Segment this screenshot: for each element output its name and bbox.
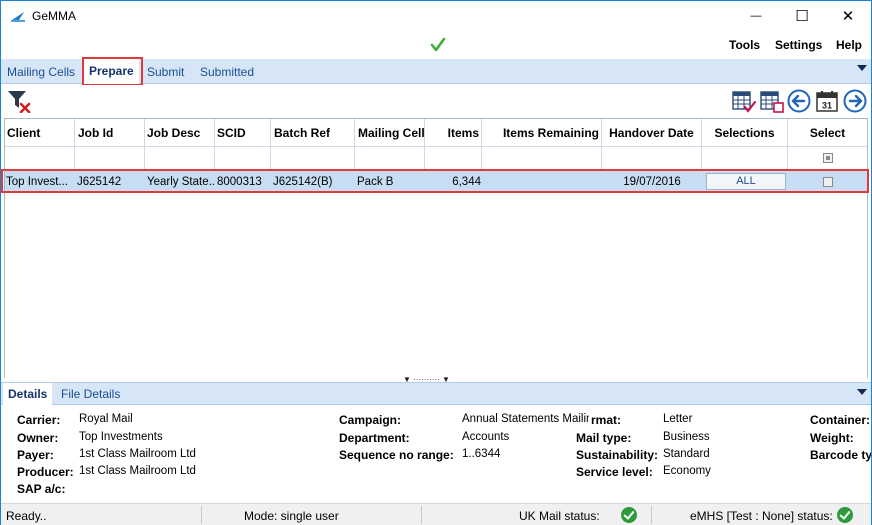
- title-bar: GeMMA — ☐ ✕: [1, 1, 871, 31]
- minimize-button[interactable]: —: [733, 1, 779, 31]
- select-all-grid-icon[interactable]: [732, 89, 756, 113]
- sequence-value: 1..6344: [462, 448, 501, 460]
- menu-tools[interactable]: Tools: [729, 38, 760, 52]
- sap-label: SAP a/c:: [17, 482, 66, 496]
- tab-mailing-cells[interactable]: Mailing Cells: [7, 65, 75, 79]
- menu-help[interactable]: Help: [836, 38, 862, 52]
- tab-menu-chevron-icon[interactable]: [857, 65, 867, 71]
- sequence-label: Sequence no range:: [339, 448, 454, 462]
- column-header-items-remaining[interactable]: Items Remaining: [482, 119, 602, 147]
- department-label: Department:: [339, 431, 410, 445]
- close-icon: ✕: [841, 8, 855, 25]
- check-icon: [430, 37, 446, 52]
- prepare-tab-highlight: [82, 57, 143, 86]
- column-header-scid[interactable]: SCID: [215, 119, 271, 147]
- department-value: Accounts: [462, 431, 510, 443]
- carrier-label: Carrier:: [17, 413, 61, 427]
- mail-type-value: Business: [663, 431, 710, 443]
- app-window: GeMMA — ☐ ✕ Tools Settings Help Mailing …: [0, 0, 872, 525]
- format-value: Letter: [663, 413, 693, 425]
- filter-selections[interactable]: [702, 147, 788, 171]
- service-level-value: Economy: [663, 465, 711, 477]
- jobs-grid: Client Job Id Job Desc SCID Batch Ref Ma…: [4, 118, 868, 379]
- owner-value: Top Investments: [79, 431, 163, 443]
- close-button[interactable]: ✕: [825, 1, 871, 31]
- menu-bar: Tools Settings Help: [1, 31, 871, 59]
- minimize-icon: —: [750, 10, 762, 22]
- owner-label: Owner:: [17, 431, 59, 445]
- payer-label: Payer:: [17, 448, 54, 462]
- container-label: Container:: [810, 413, 870, 427]
- grid-filter-row: [5, 147, 867, 171]
- sustainability-label: Sustainability:: [576, 448, 659, 462]
- back-arrow-icon[interactable]: [787, 89, 811, 113]
- filter-client[interactable]: [5, 147, 75, 171]
- status-separator: [421, 506, 422, 524]
- maximize-button[interactable]: ☐: [779, 1, 825, 31]
- filter-handover-date[interactable]: [602, 147, 702, 171]
- tab-details[interactable]: Details: [3, 383, 53, 405]
- sustainability-value: Standard: [663, 448, 710, 460]
- uk-mail-status-label: UK Mail status:: [519, 509, 600, 523]
- format-label: rmat:: [589, 413, 622, 427]
- deselect-grid-icon[interactable]: [760, 89, 784, 113]
- column-header-selections[interactable]: Selections: [702, 119, 788, 147]
- carrier-value: Royal Mail: [79, 413, 133, 425]
- tab-submitted[interactable]: Submitted: [200, 65, 254, 79]
- gemma-logo-icon: [10, 9, 26, 23]
- maximize-icon: ☐: [795, 8, 809, 25]
- status-ready: Ready..: [6, 509, 47, 523]
- filter-items-remaining[interactable]: [482, 147, 602, 171]
- toolbar: 31: [1, 85, 871, 118]
- select-all-checkbox[interactable]: [823, 153, 833, 163]
- column-header-mailing-cell[interactable]: Mailing Cell: [355, 119, 425, 147]
- producer-value: 1st Class Mailroom Ltd: [79, 465, 196, 477]
- tab-file-details[interactable]: File Details: [61, 387, 120, 401]
- weight-label: Weight:: [810, 431, 854, 445]
- clear-filter-icon[interactable]: [7, 89, 31, 113]
- status-bar: Ready.. Mode: single user UK Mail status…: [1, 503, 871, 525]
- emhs-status-label: eMHS [Test : None] status:: [690, 509, 833, 523]
- column-header-job-id[interactable]: Job Id: [75, 119, 145, 147]
- column-header-job-desc[interactable]: Job Desc: [145, 119, 215, 147]
- row-highlight: [1, 169, 869, 193]
- column-header-items[interactable]: Items: [425, 119, 482, 147]
- calendar-icon[interactable]: 31: [815, 89, 839, 113]
- column-header-select[interactable]: Select: [788, 119, 867, 147]
- column-header-client[interactable]: Client: [5, 119, 75, 147]
- status-separator: [201, 506, 202, 524]
- uk-mail-ok-icon: [621, 507, 637, 523]
- detail-tab-bar: Details File Details: [1, 382, 871, 405]
- filter-job-id[interactable]: [75, 147, 145, 171]
- filter-mailing-cell[interactable]: [355, 147, 425, 171]
- filter-items[interactable]: [425, 147, 482, 171]
- emhs-ok-icon: [837, 507, 853, 523]
- column-header-batch-ref[interactable]: Batch Ref: [271, 119, 355, 147]
- campaign-label: Campaign:: [339, 413, 402, 427]
- menu-settings[interactable]: Settings: [775, 38, 822, 52]
- service-level-label: Service level:: [576, 465, 653, 479]
- filter-scid[interactable]: [215, 147, 271, 171]
- status-mode: Mode: single user: [244, 509, 339, 523]
- details-panel: Carrier: Royal Mail Owner: Top Investmen…: [1, 406, 871, 502]
- barcode-label: Barcode ty: [810, 448, 871, 462]
- filter-batch-ref[interactable]: [271, 147, 355, 171]
- mail-type-label: Mail type:: [576, 431, 632, 445]
- forward-arrow-icon[interactable]: [843, 89, 867, 113]
- detail-menu-chevron-icon[interactable]: [857, 389, 867, 395]
- campaign-value: Annual Statements Mailing: [462, 413, 599, 425]
- tab-submit[interactable]: Submit: [147, 65, 184, 79]
- window-title: GeMMA: [32, 9, 77, 23]
- column-header-handover-date[interactable]: Handover Date: [602, 119, 702, 147]
- filter-select: [788, 147, 867, 171]
- grid-header: Client Job Id Job Desc SCID Batch Ref Ma…: [5, 119, 867, 147]
- payer-value: 1st Class Mailroom Ltd: [79, 448, 196, 460]
- status-separator: [651, 506, 652, 524]
- filter-job-desc[interactable]: [145, 147, 215, 171]
- producer-label: Producer:: [17, 465, 74, 479]
- svg-text:31: 31: [822, 101, 832, 111]
